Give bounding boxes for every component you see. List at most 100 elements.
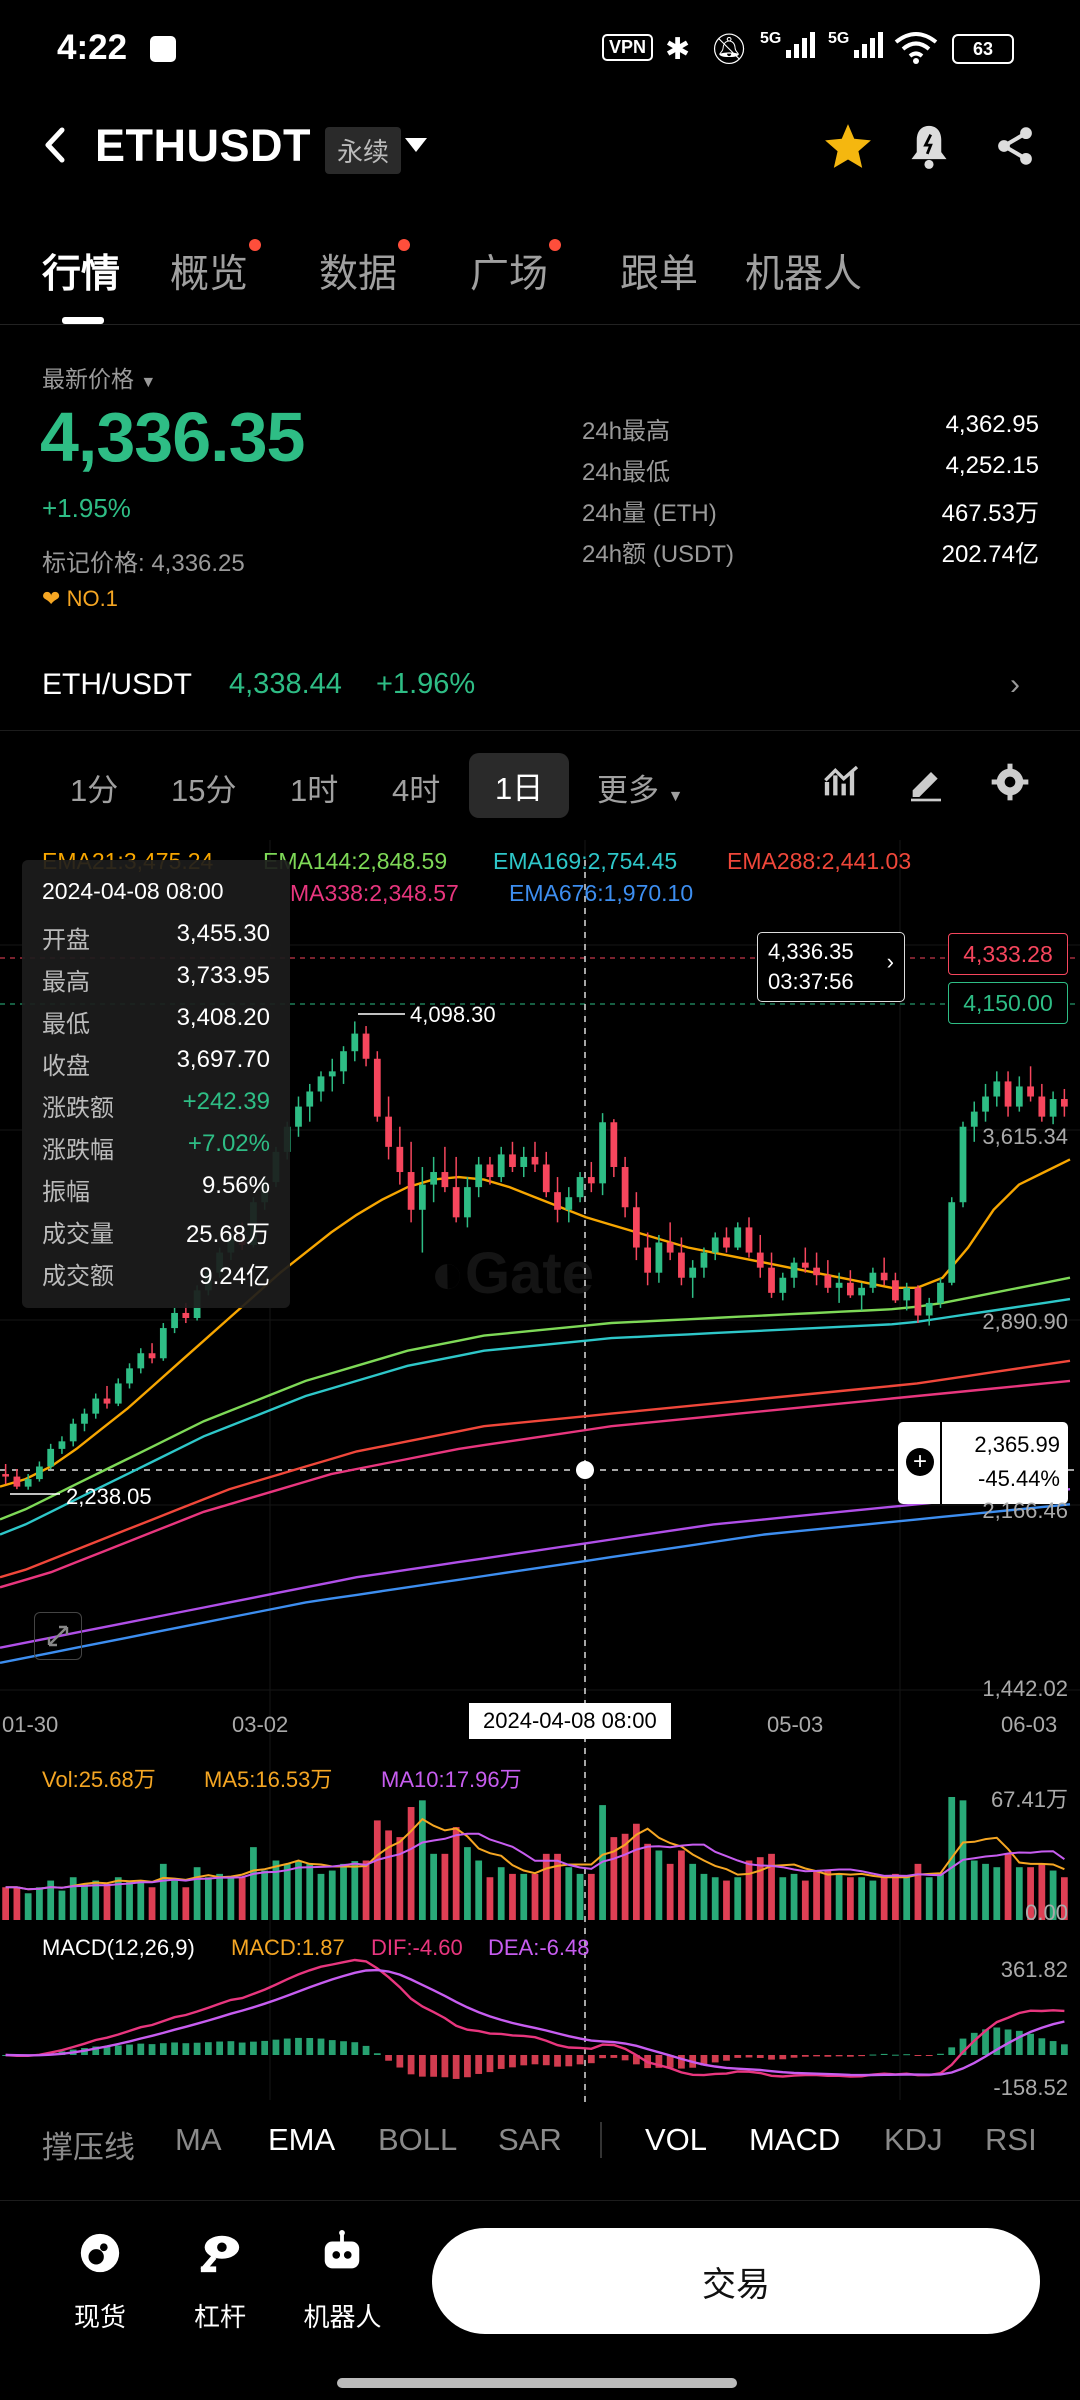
tooltip-value: +242.39 xyxy=(182,1088,270,1115)
macd-min-label: -158.52 xyxy=(993,2075,1068,2100)
macd-legend: MACD(12,26,9) xyxy=(42,1935,195,1960)
tab-square[interactable]: 广场 xyxy=(470,239,562,299)
fullscreen-expand-icon[interactable] xyxy=(34,1612,82,1660)
trade-button[interactable]: 交易 xyxy=(432,2228,1040,2334)
plus-circle-icon[interactable]: + xyxy=(906,1448,934,1476)
pair-dropdown-icon[interactable] xyxy=(405,138,427,152)
favorite-star-icon[interactable] xyxy=(823,122,873,175)
volume-bar xyxy=(24,1893,32,1920)
volume-bar xyxy=(430,1853,438,1920)
interval-15m[interactable]: 15分 xyxy=(171,765,236,810)
candle-body xyxy=(396,1146,404,1173)
x-tick-label: 06-03 xyxy=(1001,1712,1058,1737)
volume-bar xyxy=(779,1877,787,1920)
indicator-chart-icon[interactable] xyxy=(822,762,862,807)
candle-body xyxy=(362,1033,370,1059)
volume-bar xyxy=(723,1880,730,1920)
volume-bar xyxy=(554,1853,561,1920)
pair-title[interactable]: ETHUSDT xyxy=(95,120,311,172)
more-intervals-button[interactable]: 更多 ▼ xyxy=(597,765,683,810)
tab-label: 概览 xyxy=(170,253,249,296)
candle-body xyxy=(599,1122,606,1184)
volume-ma5-legend: MA5:16.53万 xyxy=(204,1767,333,1792)
indicator-vol[interactable]: VOL xyxy=(645,2122,707,2158)
indicator-kdj[interactable]: KDJ xyxy=(884,2122,943,2158)
macd-histogram-bar xyxy=(486,2055,494,2073)
last-price-label[interactable]: 最新价格 ▼ xyxy=(42,360,156,394)
ema144-legend: EMA144:2,848.59 xyxy=(263,848,448,874)
macd-histogram-bar xyxy=(171,2042,178,2055)
indicator-boll[interactable]: BOLL xyxy=(378,2122,457,2158)
volume-legend: Vol:25.68万 xyxy=(42,1767,156,1792)
candle-body xyxy=(824,1275,832,1288)
bell-alert-icon[interactable] xyxy=(908,122,950,175)
macd-histogram-bar xyxy=(599,2055,606,2059)
home-indicator[interactable] xyxy=(337,2378,737,2388)
tooltip-key: 开盘 xyxy=(42,927,90,954)
draw-pen-icon[interactable] xyxy=(906,762,946,807)
indicator-rsi[interactable]: RSI xyxy=(985,2122,1037,2158)
tooltip-value: 9.24亿 xyxy=(199,1263,270,1290)
tooltip-row: 涨跌幅 +7.02% xyxy=(42,1130,270,1165)
macd-histogram-bar xyxy=(734,2055,742,2058)
volume-bar xyxy=(103,1883,111,1920)
more-label: 更多 xyxy=(597,773,659,808)
volume-bar xyxy=(813,1870,820,1920)
volume-bar xyxy=(13,1887,21,1920)
candle-body xyxy=(970,1111,978,1127)
candle-body xyxy=(666,1242,674,1253)
interval-4h[interactable]: 4时 xyxy=(392,765,440,810)
candle-body xyxy=(385,1116,392,1147)
tooltip-row: 成交量 25.68万 xyxy=(42,1214,270,1249)
interval-1m[interactable]: 1分 xyxy=(70,765,118,810)
nav-label-leverage: 杠杆 xyxy=(193,2302,246,2332)
macd-histogram-bar xyxy=(317,2038,325,2055)
macd-histogram-bar xyxy=(869,2054,877,2056)
candle-body xyxy=(103,1398,111,1404)
spot-change: +1.96% xyxy=(376,668,476,700)
back-icon[interactable] xyxy=(40,120,80,170)
macd-histogram-bar xyxy=(779,2055,787,2060)
volume-bar xyxy=(126,1880,133,1920)
current-price-tag[interactable]: 4,336.35 03:37:56 › xyxy=(757,932,905,1002)
indicator-macd[interactable]: MACD xyxy=(749,2122,840,2158)
interval-1d[interactable]: 1日 xyxy=(469,753,570,818)
notification-icon xyxy=(150,36,176,62)
candle-body xyxy=(47,1448,55,1467)
vpn-icon: VPN xyxy=(602,34,654,61)
macd-histogram-bar xyxy=(475,2055,483,2074)
macd-value-legend: MACD:1.87 xyxy=(231,1935,345,1960)
tab-bots[interactable]: 机器人 xyxy=(745,243,862,299)
macd-histogram-bar xyxy=(768,2055,775,2060)
rank-badge[interactable]: ❤︎ NO.1 xyxy=(42,586,118,612)
tab-copy-trading[interactable]: 跟单 xyxy=(620,243,698,299)
volume-bar xyxy=(880,1877,888,1920)
indicator-ma[interactable]: MA xyxy=(175,2122,222,2158)
crosshair-date-label: 2024-04-08 08:00 xyxy=(469,1703,671,1739)
settings-gear-icon[interactable] xyxy=(990,762,1030,807)
candle-body xyxy=(58,1441,66,1449)
candle-body xyxy=(1027,1086,1034,1097)
chevron-right-icon[interactable]: › xyxy=(1010,668,1020,702)
interval-1h[interactable]: 1时 xyxy=(290,765,338,810)
macd-histogram-bar xyxy=(396,2055,404,2068)
tab-data[interactable]: 数据 xyxy=(319,239,411,299)
volume-bar xyxy=(509,1873,516,1920)
indicator-ema[interactable]: EMA xyxy=(268,2122,335,2158)
candle-body xyxy=(869,1272,877,1288)
tab-overview[interactable]: 概览 xyxy=(170,239,262,299)
candle-body xyxy=(1004,1081,1012,1107)
stat-label: 24h最高 xyxy=(582,418,671,445)
nav-label-spot: 现货 xyxy=(73,2302,126,2332)
y-tick-label: 1,442.02 xyxy=(982,1676,1068,1701)
candle-body xyxy=(914,1287,922,1316)
share-icon[interactable] xyxy=(993,124,1037,173)
volume-bar xyxy=(768,1853,775,1920)
stat-label: 24h额 (USDT) xyxy=(582,541,735,568)
mute-icon: 🔕︎ xyxy=(710,33,749,66)
tab-market[interactable]: 行情 xyxy=(42,243,120,299)
candle-body xyxy=(114,1383,122,1404)
indicator-support-resistance[interactable]: 撑压线 xyxy=(42,2122,135,2167)
indicator-separator xyxy=(600,2122,602,2158)
indicator-sar[interactable]: SAR xyxy=(498,2122,562,2158)
